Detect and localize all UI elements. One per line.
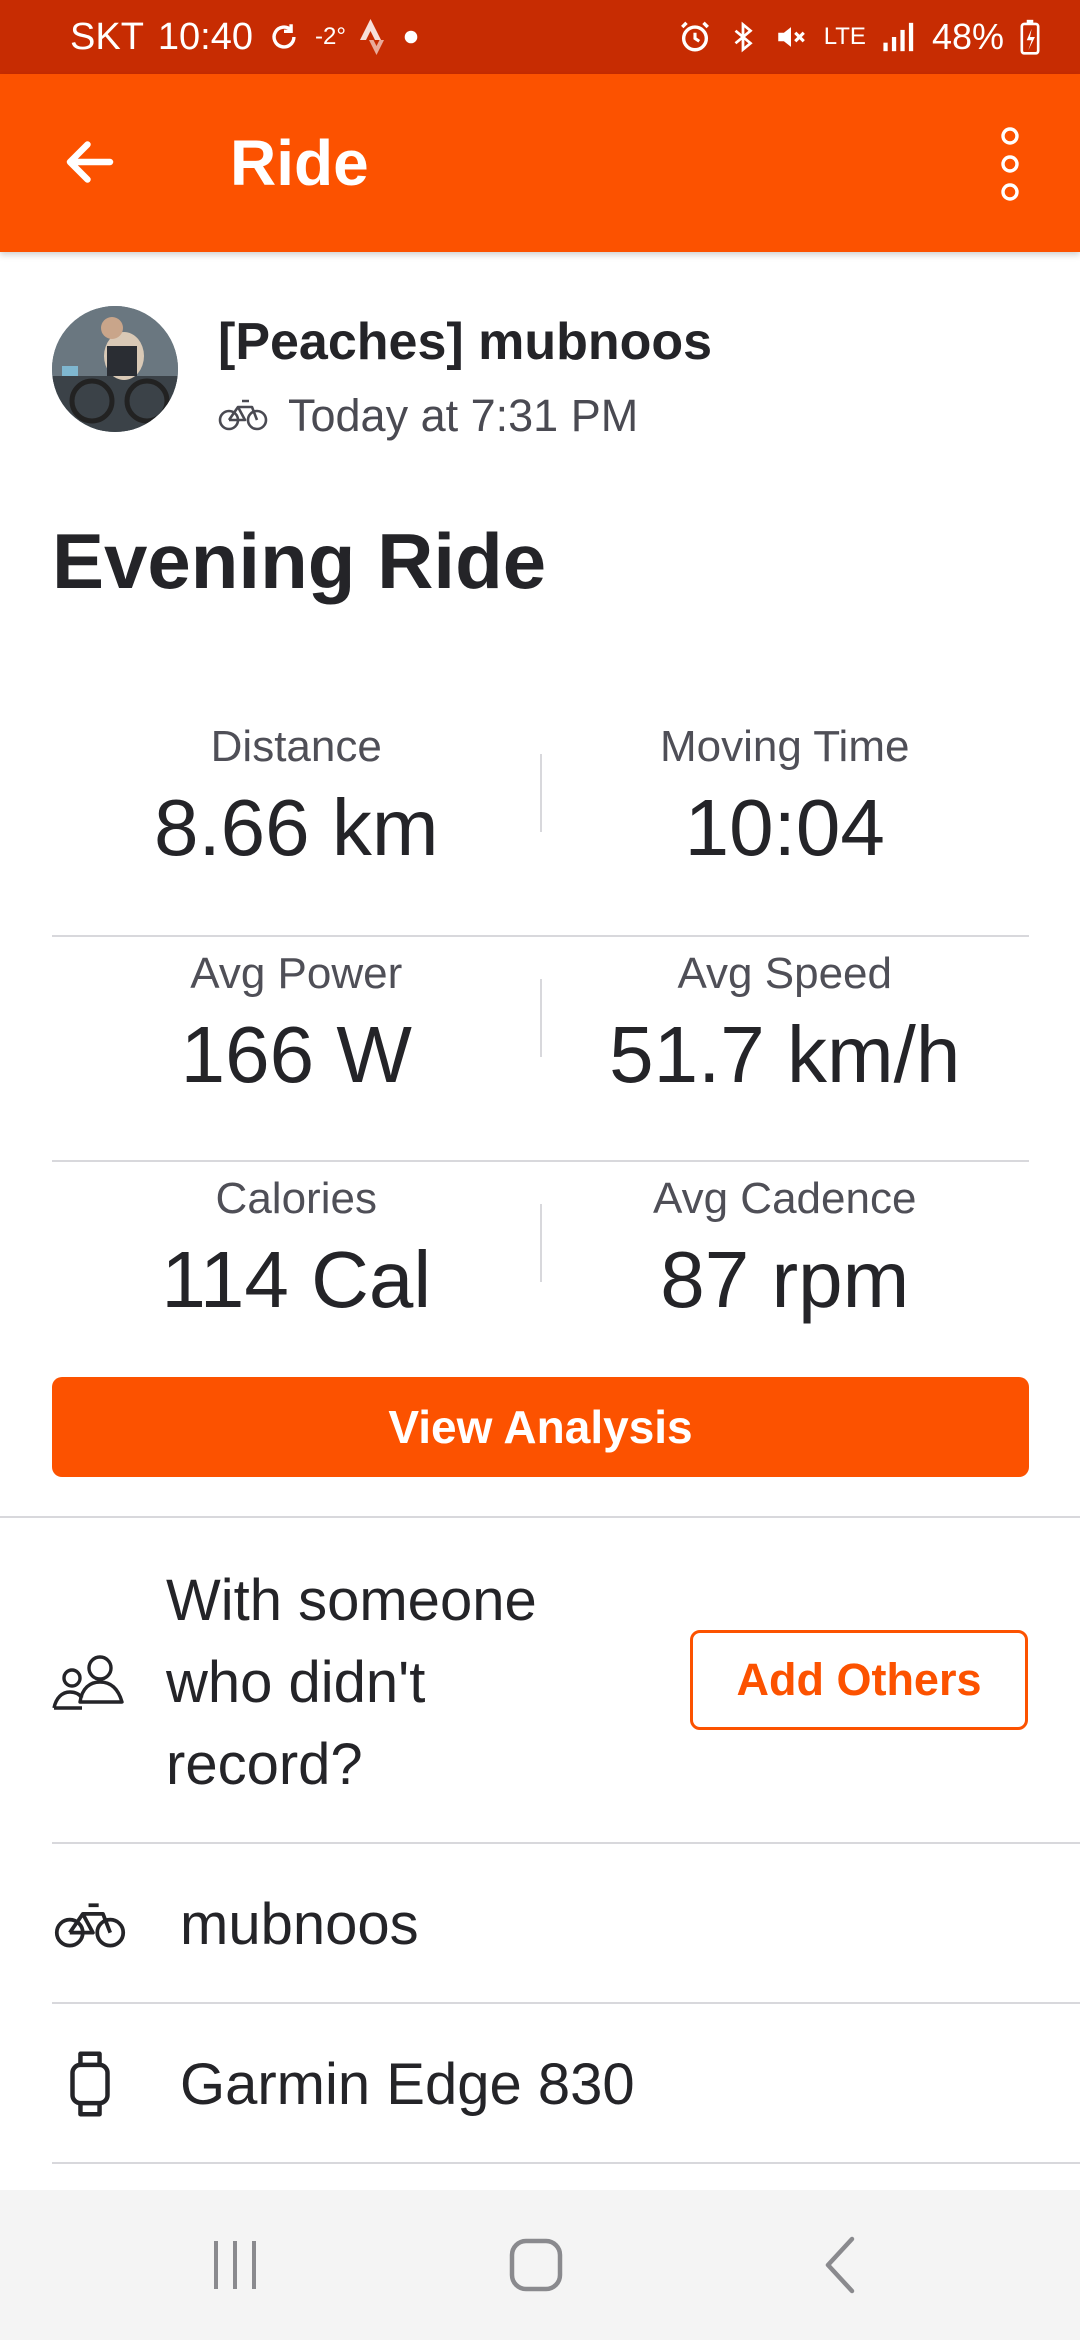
watch-icon <box>50 2044 130 2124</box>
stat-avg-power: Avg Power 166 W <box>52 937 541 1160</box>
stat-label: Avg Speed <box>677 949 892 998</box>
notification-dot-icon <box>404 30 418 44</box>
recent-apps-icon <box>214 2241 256 2289</box>
gear-row[interactable]: mubnoos <box>0 1845 1080 2003</box>
more-options-button[interactable] <box>980 124 1040 204</box>
athlete-name[interactable]: [Peaches] mubnoos <box>218 312 712 372</box>
mute-icon <box>774 20 808 54</box>
alarm-icon <box>678 20 712 54</box>
activity-title: Evening Ride <box>52 517 547 605</box>
device-name: Garmin Edge 830 <box>180 2051 635 2117</box>
stat-value: 166 W <box>180 1010 412 1099</box>
battery-charging-icon <box>1020 19 1040 55</box>
row-divider <box>52 2162 1080 2164</box>
chevron-left-icon <box>825 2236 855 2294</box>
sync-icon <box>267 20 301 54</box>
stat-value: 114 Cal <box>161 1235 432 1324</box>
back-nav-button[interactable] <box>790 2225 890 2305</box>
stats-grid: Distance 8.66 km Moving Time 10:04 Avg P… <box>52 712 1029 1387</box>
activity-meta: Today at 7:31 PM <box>218 390 638 442</box>
prompt-line: who didn't <box>166 1650 426 1715</box>
home-icon <box>509 2238 563 2292</box>
bike-name: mubnoos <box>180 1891 419 1957</box>
stat-avg-speed: Avg Speed 51.7 km/h <box>541 937 1030 1160</box>
stat-value: 51.7 km/h <box>609 1010 961 1099</box>
page-title: Ride <box>230 127 369 199</box>
add-others-prompt: With someone who didn't record? <box>166 1560 606 1806</box>
bluetooth-icon <box>728 20 758 54</box>
add-others-row: With someone who didn't record? Add Othe… <box>0 1520 1080 1844</box>
stat-calories: Calories 114 Cal <box>52 1162 541 1387</box>
battery-percent: 48% <box>931 16 1004 57</box>
stat-label: Moving Time <box>660 722 910 771</box>
app-bar: Ride <box>0 74 1080 252</box>
network-type-label: LTE <box>823 23 866 50</box>
activity-date: Today at 7:31 PM <box>288 390 639 441</box>
signal-icon <box>882 22 916 52</box>
recent-apps-button[interactable] <box>185 2225 285 2305</box>
view-analysis-button[interactable]: View Analysis <box>52 1377 1029 1477</box>
stats-row: Distance 8.66 km Moving Time 10:04 <box>52 712 1029 937</box>
stat-divider <box>540 754 542 832</box>
stat-label: Avg Power <box>190 949 403 998</box>
stat-label: Distance <box>210 722 382 771</box>
carrier-label: SKT <box>70 15 144 58</box>
stat-distance: Distance 8.66 km <box>52 712 541 935</box>
device-row[interactable]: Garmin Edge 830 <box>0 2005 1080 2163</box>
stat-avg-cadence: Avg Cadence 87 rpm <box>541 1162 1030 1387</box>
clock: 10:40 <box>157 15 253 58</box>
bike-icon <box>50 1884 130 1964</box>
stat-moving-time: Moving Time 10:04 <box>541 712 1030 935</box>
row-divider <box>52 1842 1080 1844</box>
stats-row: Avg Power 166 W Avg Speed 51.7 km/h <box>52 937 1029 1162</box>
stat-value: 10:04 <box>684 783 885 872</box>
stat-value: 8.66 km <box>153 783 439 872</box>
section-divider <box>0 1516 1080 1518</box>
stats-row: Calories 114 Cal Avg Cadence 87 rpm <box>52 1162 1029 1387</box>
home-button[interactable] <box>486 2225 586 2305</box>
add-others-button[interactable]: Add Others <box>690 1630 1028 1730</box>
row-divider <box>52 2002 1080 2004</box>
status-bar: SKT 10:40 -2° LTE 48% <box>0 0 1080 74</box>
system-nav-bar <box>0 2190 1080 2340</box>
prompt-line: record? <box>166 1732 363 1797</box>
arrow-left-icon <box>66 141 114 183</box>
stat-label: Avg Cadence <box>653 1174 917 1223</box>
bike-icon <box>218 396 268 437</box>
back-button[interactable] <box>52 124 128 200</box>
stat-divider <box>540 979 542 1057</box>
more-vertical-icon <box>1001 127 1019 201</box>
group-icon <box>50 1654 130 1714</box>
prompt-line: With someone <box>166 1568 537 1633</box>
stat-label: Calories <box>215 1174 377 1223</box>
strava-logo-icon <box>359 19 390 55</box>
stat-divider <box>540 1204 542 1282</box>
stat-value: 87 rpm <box>660 1235 910 1324</box>
temperature-label: -2° <box>315 23 346 50</box>
avatar[interactable] <box>52 306 178 432</box>
